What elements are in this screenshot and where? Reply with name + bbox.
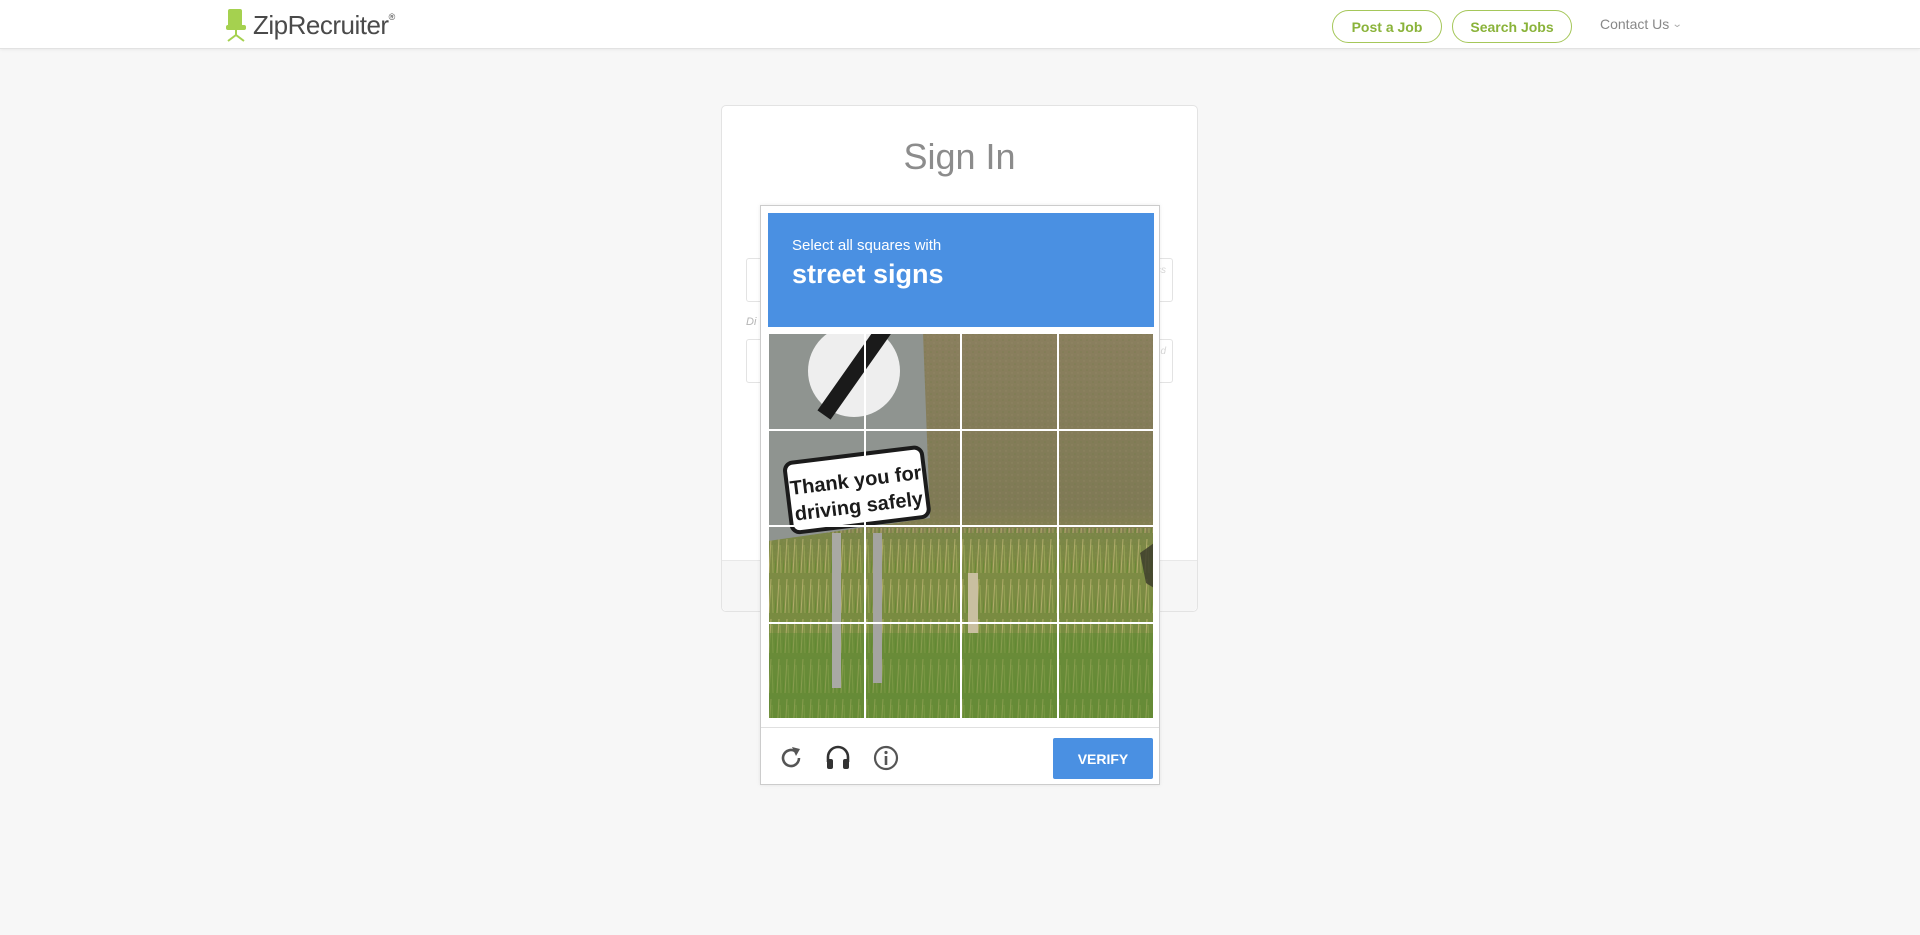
grid-tile-11[interactable] [961, 526, 1058, 623]
contact-us-label: Contact Us [1600, 16, 1670, 32]
challenge-target: street signs [792, 259, 944, 289]
grid-tile-5[interactable] [768, 429, 865, 526]
search-jobs-button[interactable]: Search Jobs [1452, 10, 1572, 43]
reload-icon[interactable] [777, 744, 805, 772]
grid-tile-16[interactable] [1057, 622, 1154, 719]
ziprecruiter-logo[interactable]: ZipRecruiter® [225, 7, 395, 43]
grid-tile-8[interactable] [1057, 429, 1154, 526]
grid-tile-10[interactable] [864, 526, 961, 623]
grid-tile-1[interactable] [768, 333, 865, 430]
challenge-controls: VERIFY [761, 727, 1159, 785]
top-navigation-bar: ZipRecruiter® Post a Job Search Jobs Con… [0, 0, 1920, 49]
grid-tile-4[interactable] [1057, 333, 1154, 430]
chair-logo-icon [226, 9, 246, 42]
field-help-text: Di [746, 316, 757, 328]
chevron-down-icon: ⌄ [1671, 18, 1683, 30]
tile-grid [768, 333, 1154, 719]
recaptcha-challenge: Select all squares with street signs Tha… [760, 205, 1160, 785]
grid-tile-2[interactable] [864, 333, 961, 430]
grid-tile-14[interactable] [864, 622, 961, 719]
password-field-hint: d [1160, 346, 1166, 357]
verify-button[interactable]: VERIFY [1053, 738, 1153, 779]
grid-tile-9[interactable] [768, 526, 865, 623]
grid-tile-7[interactable] [961, 429, 1058, 526]
post-a-job-button[interactable]: Post a Job [1332, 10, 1442, 43]
brand-name: ZipRecruiter® [253, 9, 395, 40]
page-title: Sign In [903, 136, 1016, 177]
grid-tile-12[interactable] [1057, 526, 1154, 623]
challenge-image-grid: Thank you for driving safely [768, 333, 1154, 719]
headphones-icon[interactable] [824, 744, 852, 772]
info-icon[interactable] [872, 744, 900, 772]
grid-tile-13[interactable] [768, 622, 865, 719]
contact-us-menu[interactable]: Contact Us ⌄ [1600, 16, 1683, 32]
challenge-header: Select all squares with street signs [768, 213, 1154, 327]
grid-tile-6[interactable] [864, 429, 961, 526]
challenge-prompt: Select all squares with [792, 237, 942, 254]
grid-tile-3[interactable] [961, 333, 1058, 430]
grid-tile-15[interactable] [961, 622, 1058, 719]
